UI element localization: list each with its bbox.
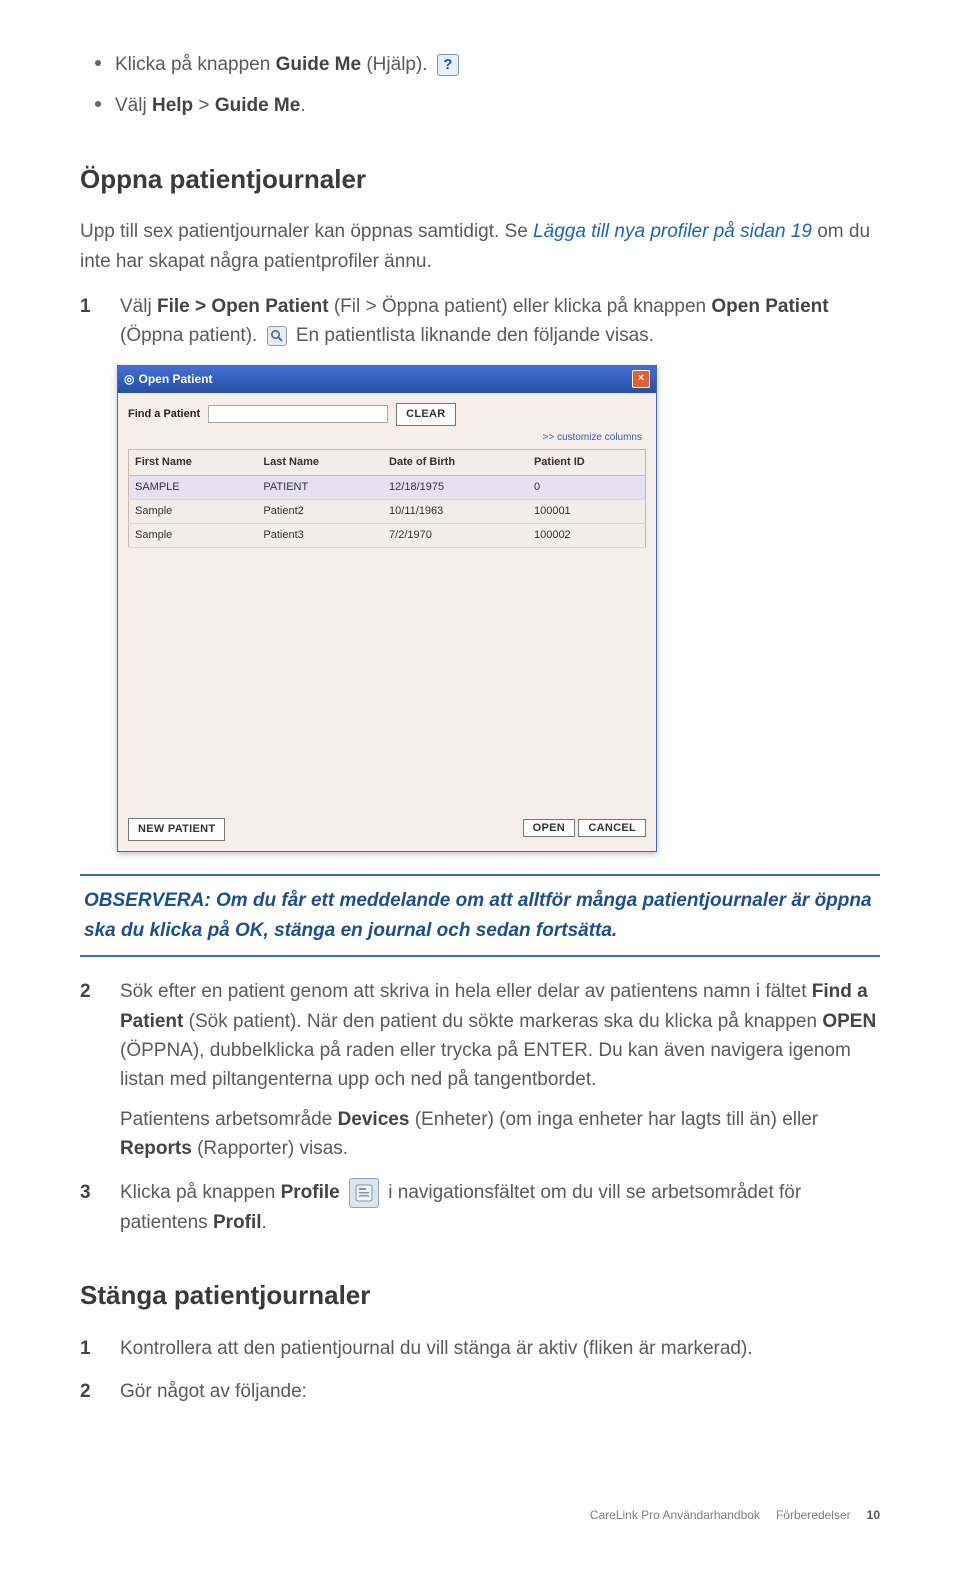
table-row[interactable]: SamplePatient37/2/1970100002 [129,524,646,548]
table-cell: 12/18/1975 [383,476,528,500]
close-step-2: 2 Gör något av följande: [80,1377,880,1406]
table-cell: 10/11/1963 [383,500,528,524]
step-content: Välj File > Open Patient (Fil > Öppna pa… [120,292,880,351]
text: Välj [120,296,157,317]
footer-chapter: Förberedelser [776,1506,851,1525]
step-3: 3 Klicka på knappen Profile i navigation… [80,1178,880,1237]
table-cell: 7/2/1970 [383,524,528,548]
step-text: Gör något av följande: [120,1377,880,1406]
section-heading-close: Stänga patientjournaler [80,1275,880,1315]
col-patient-id[interactable]: Patient ID [528,450,646,476]
table-cell: Patient2 [257,500,383,524]
text: > [193,95,215,116]
text: (Öppna patient). [120,325,263,346]
bold-text: Guide Me [215,95,301,116]
text: (ÖPPNA), dubbelklicka på raden eller try… [120,1040,851,1090]
table-cell: Patient3 [257,524,383,548]
magnifier-icon [267,326,287,346]
close-icon[interactable]: × [632,370,650,388]
find-patient-row: Find a Patient CLEAR [128,403,646,426]
col-dob[interactable]: Date of Birth [383,450,528,476]
text: Sök efter en patient genom att skriva in… [120,981,812,1002]
table-cell: 100001 [528,500,646,524]
step-number: 2 [80,977,98,1164]
step-number: 1 [80,1334,98,1363]
table-cell: 100002 [528,524,646,548]
step-content: Sök efter en patient genom att skriva in… [120,977,880,1164]
text: . [262,1212,267,1233]
table-cell: Sample [129,524,258,548]
text: Välj [115,95,152,116]
text: Upp till sex patientjournaler kan öppnas… [80,221,533,242]
bullet-item: Välj Help > Guide Me. [80,91,880,120]
text: (Enheter) (om inga enheter har lagts til… [409,1109,818,1130]
dialog-titlebar: ◎ Open Patient × [118,366,656,393]
text: Klicka på knappen [120,1182,281,1203]
bold-text: Profile [281,1182,340,1203]
page-footer: CareLink Pro Användarhandbok Förberedels… [80,1506,880,1525]
customize-columns-link[interactable]: >> customize columns [128,430,642,446]
patient-table: First Name Last Name Date of Birth Patie… [128,449,646,548]
new-patient-button[interactable]: NEW PATIENT [128,818,225,841]
text: Klicka på knappen [115,54,276,75]
bold-text: File > Open Patient [157,296,329,317]
close-step-1: 1 Kontrollera att den patientjournal du … [80,1334,880,1363]
note-observera: OBSERVERA: Om du får ett meddelande om a… [80,874,880,957]
text: (Sök patient). När den patient du sökte … [183,1011,822,1032]
bullet-text: Klicka på knappen Guide Me (Hjälp). ? [115,50,463,79]
table-row[interactable]: SamplePatient210/11/1963100001 [129,500,646,524]
clear-button[interactable]: CLEAR [396,403,455,426]
step-text: Kontrollera att den patientjournal du vi… [120,1334,880,1363]
table-cell: PATIENT [257,476,383,500]
table-cell: 0 [528,476,646,500]
text: (Hjälp). [361,54,428,75]
table-cell: SAMPLE [129,476,258,500]
bold-text: Guide Me [276,54,362,75]
col-first-name[interactable]: First Name [129,450,258,476]
bold-text: Help [152,95,193,116]
bullet-text: Välj Help > Guide Me. [115,91,306,120]
text: (Rapporter) visas. [192,1138,348,1159]
step-1: 1 Välj File > Open Patient (Fil > Öppna … [80,292,880,351]
text: En patientlista liknande den följande vi… [296,325,654,346]
title-text: Open Patient [138,372,212,386]
section-heading-open: Öppna patientjournaler [80,159,880,199]
bullet-dot [95,101,101,107]
bold-text: Profil [213,1212,262,1233]
step-number: 1 [80,292,98,351]
find-label: Find a Patient [128,406,200,423]
dialog-title: ◎ Open Patient [124,370,213,389]
text: . [300,95,305,116]
app-icon: ◎ [124,372,134,386]
intro-paragraph: Upp till sex patientjournaler kan öppnas… [80,217,880,276]
step-2: 2 Sök efter en patient genom att skriva … [80,977,880,1164]
find-patient-input[interactable] [208,405,388,423]
bold-text: Reports [120,1138,192,1159]
text: (Fil > Öppna patient) eller klicka på kn… [329,296,712,317]
step-number: 3 [80,1178,98,1237]
text: Patientens arbetsområde [120,1109,338,1130]
table-row[interactable]: SAMPLEPATIENT12/18/19750 [129,476,646,500]
open-patient-dialog: ◎ Open Patient × Find a Patient CLEAR >> … [117,365,657,852]
bold-text: Open Patient [711,296,828,317]
open-button[interactable]: OPEN [523,819,575,837]
cancel-button[interactable]: CANCEL [578,819,646,837]
step-content: Klicka på knappen Profile i navigationsf… [120,1178,880,1237]
profile-icon [349,1178,379,1208]
bold-text: Devices [338,1109,410,1130]
bullet-dot [95,60,101,66]
bullet-item: Klicka på knappen Guide Me (Hjälp). ? [80,50,880,79]
bold-text: OPEN [822,1011,876,1032]
help-icon: ? [437,54,459,76]
col-last-name[interactable]: Last Name [257,450,383,476]
step-number: 2 [80,1377,98,1406]
footer-doc: CareLink Pro Användarhandbok [590,1506,760,1525]
link-text: Lägga till nya profiler på sidan 19 [533,221,812,242]
footer-page: 10 [867,1506,880,1525]
table-cell: Sample [129,500,258,524]
